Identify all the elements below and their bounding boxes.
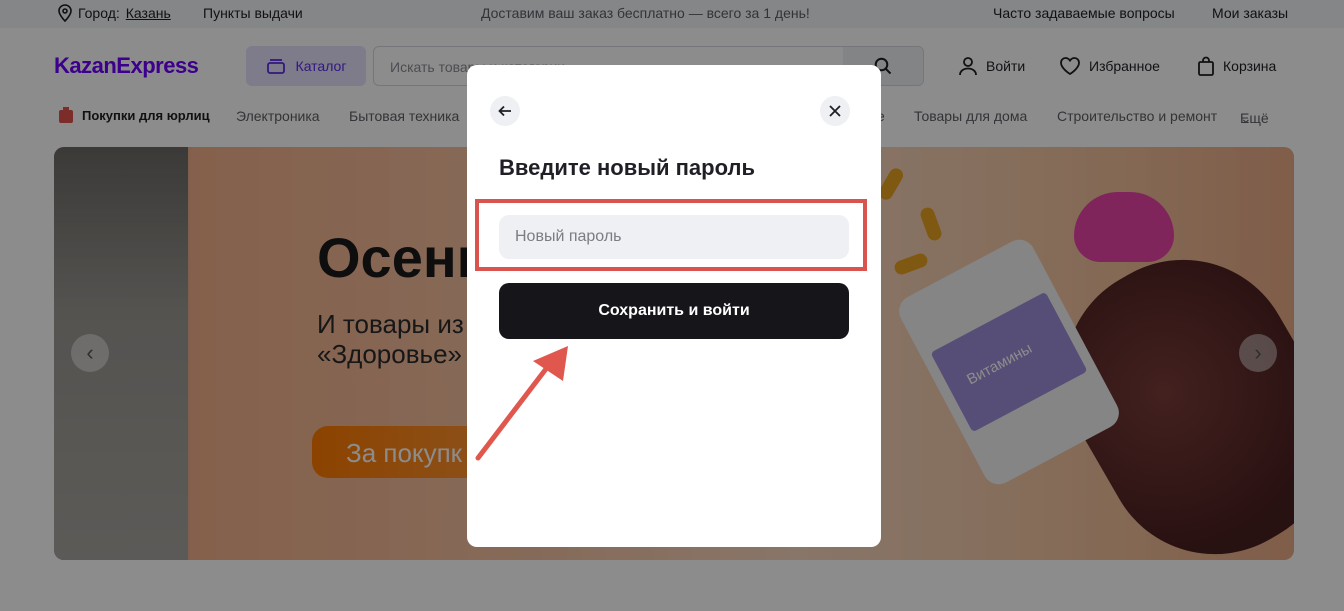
annotation-arrow-icon — [475, 346, 568, 461]
